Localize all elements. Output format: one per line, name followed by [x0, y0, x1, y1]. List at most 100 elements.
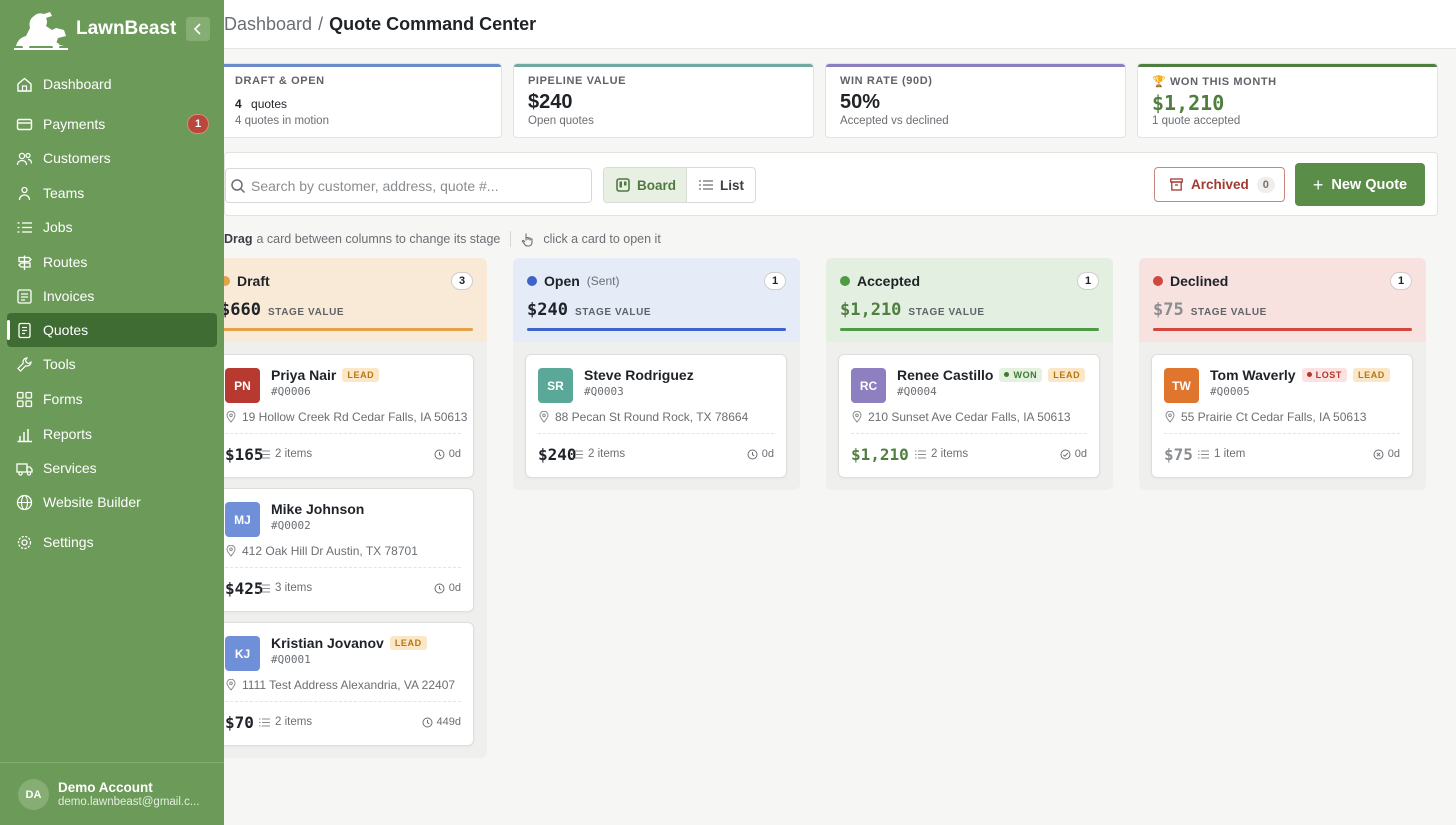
customer-address: 88 Pecan St Round Rock, TX 78664 — [539, 410, 748, 424]
quote-age: 449d — [422, 716, 461, 728]
quote-items: 1 item — [1198, 448, 1245, 460]
quote-price: $70 — [225, 713, 254, 732]
breadcrumb-separator: / — [318, 14, 324, 34]
view-toggle: Board List — [603, 167, 756, 203]
archived-button[interactable]: Archived 0 — [1154, 167, 1285, 202]
customer-name: Tom Waverly LOST LEAD — [1210, 367, 1390, 383]
column-count-badge: 1 — [1077, 272, 1099, 290]
age-text: 0d — [1074, 448, 1087, 460]
card-divider — [851, 433, 1087, 434]
declined-icon — [1373, 449, 1384, 459]
quote-items: 2 items — [915, 448, 968, 460]
search-input[interactable]: Search by customer, address, quote #... — [225, 168, 592, 203]
stage-value-label: STAGE VALUE — [1190, 307, 1267, 318]
stage-value-amount: $1,210 — [840, 300, 902, 320]
signpost-icon — [16, 254, 33, 271]
quote-card[interactable]: PN Priya Nair LEAD #Q0006 19 Hollow Creek Rd… — [212, 354, 474, 478]
sidebar-item-invoices[interactable]: Invoices — [7, 279, 217, 313]
board-view-button[interactable]: Board — [604, 168, 687, 202]
column-progress-line — [1153, 328, 1412, 331]
age-text: 0d — [448, 582, 461, 594]
sidebar: LawnBeast Dashboard Payments 1 Customers Tea… — [0, 0, 224, 825]
card-icon — [16, 116, 33, 133]
quote-card[interactable]: TW Tom Waverly LOST LEAD #Q0005 55 Prairie Ct… — [1151, 354, 1413, 478]
hint-drag: Drag — [224, 232, 253, 246]
customer-name: Steve Rodriguez — [584, 367, 694, 383]
quote-price: $75 — [1164, 445, 1193, 464]
list-icon — [1198, 450, 1209, 458]
quote-number: #Q0003 — [584, 385, 624, 398]
column-progress-line — [527, 328, 786, 331]
trophy-icon: 🏆 — [1152, 76, 1167, 88]
sidebar-item-teams[interactable]: Teams — [7, 176, 217, 210]
column-progress-line — [220, 328, 473, 331]
stat-value-number: 4 — [235, 97, 242, 111]
tag-text: LEAD — [347, 370, 375, 380]
column-title: Declined — [1153, 273, 1228, 289]
quote-card[interactable]: MJ Mike Johnson #Q0002 412 Oak Hill Dr Aust… — [212, 488, 474, 612]
breadcrumb: Dashboard / Quote Command Center — [224, 14, 536, 35]
archived-label: Archived — [1191, 177, 1249, 192]
sidebar-item-label: Settings — [43, 534, 94, 550]
sidebar-item-payments[interactable]: Payments 1 — [7, 107, 217, 141]
map-pin-icon — [1165, 411, 1175, 423]
column-header: Declined 1 $75 STAGE VALUE — [1139, 258, 1426, 342]
customer-avatar: SR — [538, 368, 573, 403]
tag-text: LEAD — [1358, 370, 1385, 380]
new-quote-button[interactable]: + New Quote — [1295, 163, 1425, 206]
collapse-sidebar-button[interactable] — [186, 17, 210, 41]
tag-dot — [1004, 372, 1010, 377]
sidebar-item-jobs[interactable]: Jobs — [7, 210, 217, 244]
breadcrumb-dashboard-link[interactable]: Dashboard — [224, 14, 312, 34]
stat-sub: 1 quote accepted — [1152, 115, 1241, 127]
quote-age: 0d — [434, 448, 461, 460]
quote-items: 2 items — [572, 448, 625, 460]
archive-icon — [1170, 178, 1183, 191]
list-icon — [259, 718, 270, 726]
chevron-left-icon — [193, 23, 201, 35]
quote-card[interactable]: SR Steve Rodriguez #Q0003 88 Pecan St Round… — [525, 354, 787, 478]
sidebar-item-reports[interactable]: Reports — [7, 417, 217, 451]
list-icon — [259, 450, 270, 458]
account-name: Demo Account — [58, 780, 153, 795]
column-stage-value: $240 STAGE VALUE — [527, 300, 651, 320]
search-placeholder: Search by customer, address, quote #... — [251, 178, 499, 194]
stage-value-amount: $660 — [220, 300, 261, 320]
stat-accent-bar — [826, 64, 1125, 67]
list-view-button[interactable]: List — [687, 168, 755, 202]
hint-drag-text: a card between columns to change its sta… — [256, 232, 501, 246]
sidebar-item-tools[interactable]: Tools — [7, 347, 217, 381]
check-circle-icon — [1060, 449, 1071, 459]
stat-label: 🏆 WON THIS MONTH — [1152, 75, 1277, 88]
sidebar-item-services[interactable]: Services — [7, 451, 217, 485]
won-tag: WON — [999, 368, 1043, 382]
users-icon — [16, 150, 33, 167]
customer-avatar: PN — [225, 368, 260, 403]
quote-age: 0d — [747, 448, 774, 460]
sidebar-item-customers[interactable]: Customers — [7, 141, 217, 175]
account-email: demo.lawnbeast@gmail.c... — [58, 796, 200, 808]
sidebar-item-website-builder[interactable]: Website Builder — [7, 485, 217, 519]
stat-card-win-rate: WIN RATE (90D) 50% Accepted vs declined — [825, 63, 1126, 138]
quote-age: 0d — [1373, 448, 1400, 460]
column-declined: Declined 1 $75 STAGE VALUE TW Tom Waverly LOST… — [1139, 258, 1426, 490]
sidebar-item-forms[interactable]: Forms — [7, 382, 217, 416]
new-quote-label: New Quote — [1331, 176, 1408, 193]
plus-icon: + — [1312, 174, 1324, 195]
account-avatar[interactable]: DA — [18, 779, 49, 810]
address-text: 210 Sunset Ave Cedar Falls, IA 50613 — [868, 410, 1071, 424]
home-icon — [16, 76, 33, 93]
stat-card-won-this-month: 🏆 WON THIS MONTH $1,210 1 quote accepted — [1137, 63, 1438, 138]
customer-avatar: TW — [1164, 368, 1199, 403]
sidebar-item-routes[interactable]: Routes — [7, 245, 217, 279]
sidebar-item-settings[interactable]: Settings — [7, 525, 217, 559]
column-title: Open (Sent) — [527, 273, 619, 289]
sidebar-item-label: Reports — [43, 426, 93, 442]
sidebar-item-dashboard[interactable]: Dashboard — [7, 67, 217, 101]
quote-card[interactable]: KJ Kristian Jovanov LEAD #Q0001 1111 Test Ad… — [212, 622, 474, 746]
status-dot — [527, 276, 537, 286]
column-header: Accepted 1 $1,210 STAGE VALUE — [826, 258, 1113, 342]
sidebar-item-quotes[interactable]: Quotes — [7, 313, 217, 347]
quote-card[interactable]: RC Renee Castillo WON LEAD #Q0004 210 Sunset … — [838, 354, 1100, 478]
payments-count-badge: 1 — [187, 114, 209, 134]
